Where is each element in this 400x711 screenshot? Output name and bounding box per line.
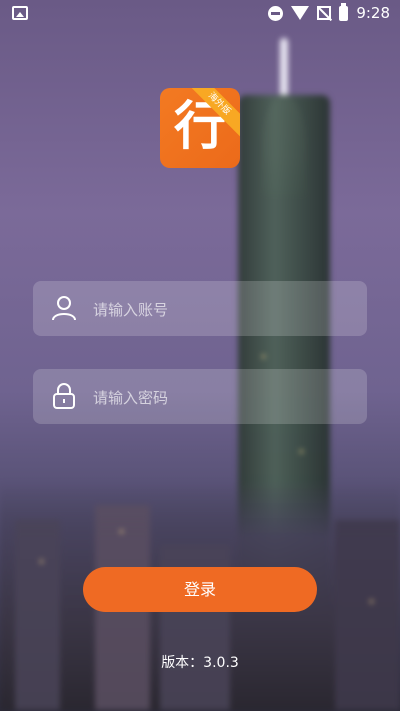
status-bar: 9:28 bbox=[0, 0, 400, 28]
account-field[interactable] bbox=[33, 281, 367, 338]
password-input[interactable] bbox=[91, 369, 355, 426]
login-screen: 9:28 行 海外版 登录 版本：3.0.3 bbox=[0, 0, 400, 711]
no-signal-icon bbox=[317, 6, 332, 20]
do-not-disturb-icon bbox=[268, 5, 284, 21]
account-input[interactable] bbox=[91, 281, 355, 338]
battery-charging-icon bbox=[339, 2, 349, 21]
wifi-icon bbox=[291, 6, 310, 20]
user-icon bbox=[52, 296, 76, 321]
clock: 9:28 bbox=[356, 4, 390, 22]
version-text: 版本：3.0.3 bbox=[161, 655, 239, 671]
login-button[interactable]: 登录 bbox=[83, 567, 317, 612]
password-field[interactable] bbox=[33, 369, 367, 426]
image-icon bbox=[12, 6, 28, 20]
lock-icon bbox=[53, 383, 75, 409]
app-logo: 行 海外版 bbox=[160, 88, 240, 168]
